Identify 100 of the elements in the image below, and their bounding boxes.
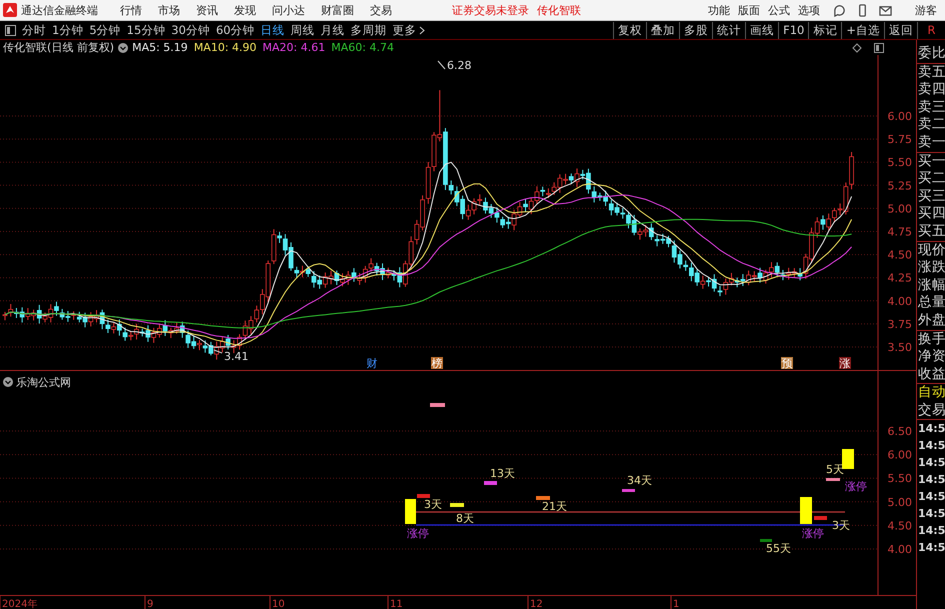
quote-field-label: 买三 [917,188,945,206]
period-tab[interactable]: 多周期 [350,22,387,38]
signal-label: 8天 [456,512,474,525]
quote-field-label: 卖二 [917,116,945,134]
menu-item[interactable]: 公式 [768,2,790,18]
low-price-callout: 3.41 [214,350,248,363]
menu-item[interactable]: 功能 [708,2,730,18]
toolbar-button[interactable]: 返回 [884,22,917,38]
price-axis-label: 4.25 [888,272,912,285]
trade-time: 14:5 [917,523,945,540]
stock-name: 传化智联 [537,2,581,18]
period-tab[interactable]: 月线 [320,22,345,38]
menu-item[interactable]: 选项 [798,2,820,18]
indicator-axis-label: 6.50 [888,425,912,438]
quote-field-label: 买一 [917,152,945,170]
toolbar-button[interactable]: F10 [778,22,808,38]
moving-average-value: MA5: 5.19 [132,41,188,54]
trade-time: 14:5 [917,438,945,454]
indicator-axis-label: 6.00 [888,448,912,462]
toolbar-button[interactable]: 统计 [712,22,746,38]
quote-field-label: 净资 [917,348,945,366]
chat-icon[interactable] [833,4,846,16]
indicator-axis-label: 5.00 [888,496,912,509]
indicator-axis-label: 4.00 [888,543,912,556]
chevron-icon [418,26,425,34]
menu-item[interactable]: 版面 [738,2,760,18]
signal-bar [430,403,445,407]
signal-bar [800,497,812,524]
menu-item[interactable]: 资讯 [196,2,218,18]
signal-bar [842,449,854,469]
quote-field-label: 卖四 [917,81,945,99]
trade-time: 14:5 [917,472,945,488]
trade-label: 交易 [917,402,945,420]
quote-field-label: 买四 [917,205,945,223]
chart-title: 传化智联(日线 前复权) [3,40,114,55]
signal-bar [760,539,772,542]
date-axis-label: 1 [673,599,680,609]
period-tab[interactable]: 日线 [260,22,285,38]
menu-item[interactable]: 问小达 [272,2,305,18]
event-marker[interactable]: 榜 [431,357,443,370]
indicator-axis-label: 4.50 [888,519,912,532]
moving-average-value: MA20: 4.61 [262,41,326,54]
period-tab[interactable]: 周线 [290,22,315,38]
corner-label: R [917,22,945,38]
quote-field-label: 买二 [917,170,945,188]
period-tab[interactable]: 5分钟 [89,22,121,38]
date-axis-label: 10 [272,599,285,609]
trade-time: 14:5 [917,540,945,556]
price-axis-label: 5.00 [888,202,912,216]
price-axis-label: 4.00 [888,294,912,308]
date-axis-label: 12 [530,599,543,609]
signal-bar [450,503,464,507]
signal-label: 涨停 [407,527,429,540]
trade-time: 14:5 [917,421,945,438]
panel-toggle-icon[interactable] [5,24,16,36]
toolbar-button[interactable]: 多股 [679,22,712,38]
period-tab[interactable]: 60分钟 [216,22,255,38]
dropdown-icon[interactable] [3,377,13,387]
event-marker[interactable]: 财 [366,357,378,370]
toolbar-button[interactable]: 复权 [613,22,646,38]
quote-field-label: 卖一 [917,134,945,153]
signal-label: 3天 [424,498,442,511]
menu-item[interactable]: 财富圈 [321,2,354,18]
user-name[interactable]: 游客 [915,2,937,18]
menu-item[interactable]: 行情 [120,2,142,18]
login-status: 证券交易未登录 [452,2,529,18]
menu-item[interactable]: 发现 [234,2,256,18]
price-axis-label: 3.50 [888,341,912,354]
trade-time: 14:5 [917,506,945,522]
period-tab[interactable]: 更多 [392,22,425,38]
period-tab[interactable]: 1分钟 [52,22,84,38]
price-axis-label: 4.75 [888,226,912,238]
price-axis-label: 6.00 [888,110,912,123]
dropdown-icon[interactable] [118,42,128,52]
period-tab[interactable]: 30分钟 [171,22,210,38]
period-tab[interactable]: 分时 [22,22,46,38]
indicator-axis-label: 5.50 [888,472,912,486]
high-price-callout: 6.28 [438,59,472,72]
menu-item[interactable]: 市场 [158,2,180,18]
signal-label: 涨停 [845,480,867,493]
date-axis-label: 9 [147,599,154,609]
quote-field-label: 委比 [917,45,945,64]
phone-icon[interactable] [856,4,869,16]
toolbar-button[interactable]: +自选 [841,22,884,38]
toolbar-button[interactable]: 画线 [745,22,778,38]
date-axis-label: 11 [390,599,403,609]
price-axis-label: 5.50 [888,156,912,170]
auto-trade-label[interactable]: 自动 [917,384,945,402]
diamond-icon[interactable] [852,42,862,52]
signal-bar [826,478,840,481]
menu-item[interactable]: 交易 [370,2,392,18]
toolbar-button[interactable]: 叠加 [646,22,680,38]
event-marker[interactable]: 预 [781,357,793,370]
signal-label: 5天 [826,463,844,476]
period-tab[interactable]: 15分钟 [126,22,166,38]
panel-toggle-icon[interactable] [874,42,884,52]
event-marker[interactable]: 涨 [839,357,851,370]
app-name: 通达信金融终端 [21,2,98,18]
toolbar-button[interactable]: 标记 [808,22,842,38]
mail-icon[interactable] [879,4,892,16]
